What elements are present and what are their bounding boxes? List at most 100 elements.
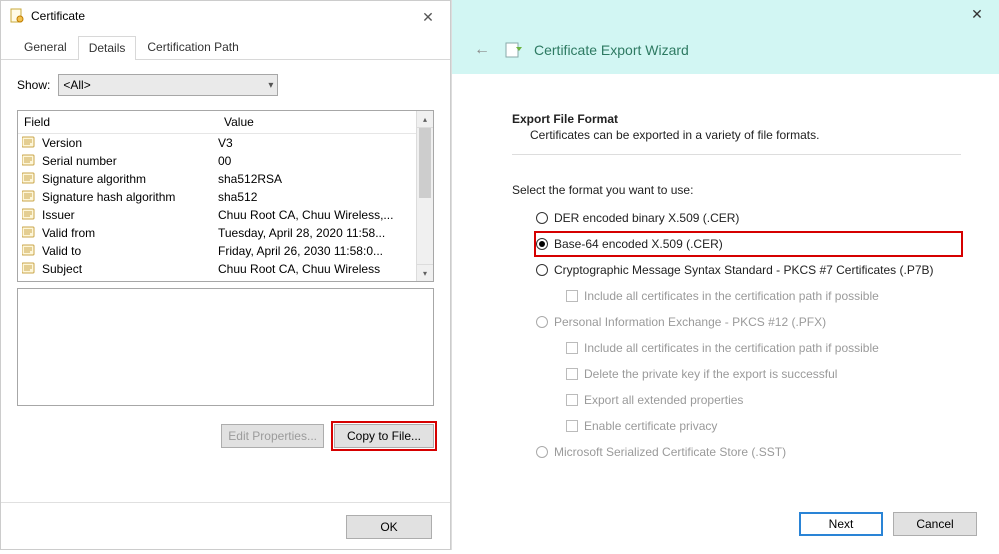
- cert-titlebar: Certificate: [1, 1, 450, 31]
- ok-button[interactable]: OK: [346, 515, 432, 539]
- checkbox-icon: [566, 420, 578, 432]
- section-subtext: Certificates can be exported in a variet…: [530, 128, 961, 142]
- scroll-up-icon[interactable]: ▴: [417, 111, 433, 128]
- row-field: Version: [42, 136, 218, 150]
- option-pfx: Personal Information Exchange - PKCS #12…: [536, 311, 961, 333]
- pfx-include-label: Include all certificates in the certific…: [584, 341, 879, 355]
- row-field: Valid to: [42, 244, 218, 258]
- table-row[interactable]: SubjectChuu Root CA, Chuu Wireless: [18, 260, 416, 278]
- field-icon: [22, 262, 38, 276]
- tab-certification-path[interactable]: Certification Path: [136, 35, 249, 59]
- certificate-icon: [9, 8, 25, 24]
- pfx-export-extended: Export all extended properties: [566, 389, 961, 411]
- field-list: Field Value VersionV3Serial number00Sign…: [17, 110, 434, 282]
- pfx-cert-privacy: Enable certificate privacy: [566, 415, 961, 437]
- row-field: Issuer: [42, 208, 218, 222]
- pfx-include-chain: Include all certificates in the certific…: [566, 337, 961, 359]
- checkbox-icon: [566, 290, 578, 302]
- field-icon: [22, 244, 38, 258]
- option-base64[interactable]: Base-64 encoded X.509 (.CER): [536, 233, 961, 255]
- col-header-value[interactable]: Value: [218, 111, 416, 133]
- row-field: Signature hash algorithm: [42, 190, 218, 204]
- wizard-header-bar: ✕ ← Certificate Export Wizard: [452, 0, 999, 74]
- scroll-thumb[interactable]: [419, 128, 431, 198]
- table-row[interactable]: Signature algorithmsha512RSA: [18, 170, 416, 188]
- option-p7b[interactable]: Cryptographic Message Syntax Standard - …: [536, 259, 961, 281]
- field-icon: [22, 208, 38, 222]
- row-value: sha512: [218, 190, 416, 204]
- back-arrow-icon[interactable]: ←: [470, 41, 494, 59]
- show-label: Show:: [17, 78, 50, 92]
- field-icon: [22, 136, 38, 150]
- table-row[interactable]: IssuerChuu Root CA, Chuu Wireless,...: [18, 206, 416, 224]
- radio-icon: [536, 316, 548, 328]
- row-value: Tuesday, April 28, 2020 11:58...: [218, 226, 416, 240]
- cert-body: Show: <All> ▾ Field Value VersionV3Seria…: [1, 60, 450, 458]
- radio-icon: [536, 264, 548, 276]
- wizard-icon: [504, 40, 524, 60]
- option-sst: Microsoft Serialized Certificate Store (…: [536, 441, 961, 463]
- show-combobox[interactable]: <All> ▾: [58, 74, 278, 96]
- option-sst-label: Microsoft Serialized Certificate Store (…: [554, 445, 786, 459]
- scroll-down-icon[interactable]: ▾: [417, 264, 433, 281]
- pfx-extended-label: Export all extended properties: [584, 393, 743, 407]
- pfx-privacy-label: Enable certificate privacy: [584, 419, 717, 433]
- field-icon: [22, 172, 38, 186]
- tab-general[interactable]: General: [13, 35, 78, 59]
- row-field: Signature algorithm: [42, 172, 218, 186]
- cert-tabs: General Details Certification Path: [1, 35, 450, 60]
- option-base64-label: Base-64 encoded X.509 (.CER): [554, 237, 723, 251]
- table-row[interactable]: Valid fromTuesday, April 28, 2020 11:58.…: [18, 224, 416, 242]
- radio-icon: [536, 446, 548, 458]
- list-scrollbar[interactable]: ▴ ▾: [416, 111, 433, 281]
- row-value: 00: [218, 154, 416, 168]
- wizard-title: Certificate Export Wizard: [534, 42, 689, 58]
- table-row[interactable]: Serial number00: [18, 152, 416, 170]
- cert-title: Certificate: [31, 1, 85, 31]
- wizard-close-icon[interactable]: ✕: [961, 4, 993, 26]
- cancel-button[interactable]: Cancel: [893, 512, 977, 536]
- p7b-include-label: Include all certificates in the certific…: [584, 289, 879, 303]
- field-detail-box: [17, 288, 434, 406]
- chevron-down-icon: ▾: [268, 80, 273, 91]
- row-value: V3: [218, 136, 416, 150]
- p7b-include-chain: Include all certificates in the certific…: [566, 285, 961, 307]
- divider: [1, 502, 450, 503]
- option-der-label: DER encoded binary X.509 (.CER): [554, 211, 739, 225]
- table-row[interactable]: Signature hash algorithmsha512: [18, 188, 416, 206]
- section-divider: [512, 154, 961, 155]
- field-icon: [22, 226, 38, 240]
- radio-icon: [536, 238, 548, 250]
- row-value: Chuu Root CA, Chuu Wireless: [218, 262, 416, 276]
- section-heading: Export File Format: [512, 112, 961, 126]
- table-row[interactable]: VersionV3: [18, 134, 416, 152]
- pfx-delete-key: Delete the private key if the export is …: [566, 363, 961, 385]
- certificate-dialog: Certificate ✕ General Details Certificat…: [0, 0, 451, 550]
- radio-icon: [536, 212, 548, 224]
- option-pfx-label: Personal Information Exchange - PKCS #12…: [554, 315, 826, 329]
- row-value: Friday, April 26, 2030 11:58:0...: [218, 244, 416, 258]
- col-header-field[interactable]: Field: [18, 111, 218, 133]
- option-der[interactable]: DER encoded binary X.509 (.CER): [536, 207, 961, 229]
- checkbox-icon: [566, 368, 578, 380]
- row-field: Serial number: [42, 154, 218, 168]
- field-icon: [22, 154, 38, 168]
- checkbox-icon: [566, 394, 578, 406]
- row-field: Subject: [42, 262, 218, 276]
- row-field: Valid from: [42, 226, 218, 240]
- wizard-body: Export File Format Certificates can be e…: [452, 74, 999, 463]
- select-format-label: Select the format you want to use:: [512, 183, 961, 197]
- row-value: sha512RSA: [218, 172, 416, 186]
- export-wizard: ✕ ← Certificate Export Wizard Export Fil…: [451, 0, 999, 550]
- next-button[interactable]: Next: [799, 512, 883, 536]
- table-row[interactable]: Valid toFriday, April 26, 2030 11:58:0..…: [18, 242, 416, 260]
- copy-to-file-button[interactable]: Copy to File...: [334, 424, 434, 448]
- format-radiogroup: DER encoded binary X.509 (.CER) Base-64 …: [536, 207, 961, 463]
- checkbox-icon: [566, 342, 578, 354]
- show-value: <All>: [63, 78, 90, 92]
- tab-details[interactable]: Details: [78, 36, 137, 60]
- option-p7b-label: Cryptographic Message Syntax Standard - …: [554, 263, 934, 277]
- close-icon[interactable]: ✕: [412, 7, 444, 29]
- edit-properties-button: Edit Properties...: [221, 424, 324, 448]
- pfx-delete-label: Delete the private key if the export is …: [584, 367, 837, 381]
